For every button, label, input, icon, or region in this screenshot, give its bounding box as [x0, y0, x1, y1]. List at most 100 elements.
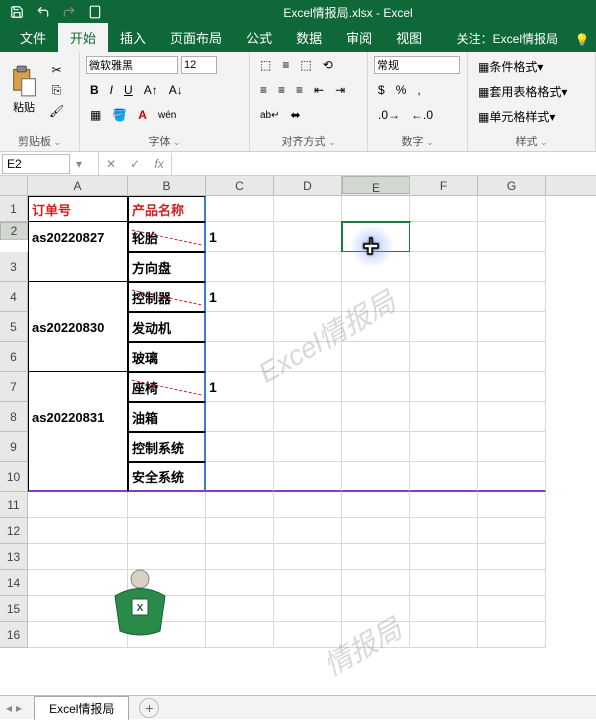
cell[interactable]	[206, 492, 274, 518]
cell[interactable]	[410, 372, 478, 402]
count-cell[interactable]	[206, 342, 274, 372]
count-cell[interactable]: 1	[206, 372, 274, 402]
cell[interactable]	[342, 544, 410, 570]
cell[interactable]	[478, 492, 546, 518]
col-header-B[interactable]: B	[128, 176, 206, 195]
select-all-corner[interactable]	[0, 176, 28, 195]
cell[interactable]	[274, 518, 342, 544]
cell[interactable]	[410, 312, 478, 342]
cell[interactable]	[342, 622, 410, 648]
count-cell[interactable]	[206, 462, 274, 492]
cell[interactable]	[478, 544, 546, 570]
row-header[interactable]: 16	[0, 622, 28, 648]
wrap-text-icon[interactable]: ab↵	[256, 108, 284, 123]
order-cell[interactable]	[28, 372, 128, 402]
order-cell[interactable]: as20220827	[28, 222, 128, 252]
comma-icon[interactable]: ,	[413, 81, 424, 99]
col-header-E[interactable]: E	[342, 176, 410, 194]
row-header[interactable]: 3	[0, 252, 28, 282]
cell[interactable]	[274, 196, 342, 222]
header-cell[interactable]: 订单号	[28, 196, 128, 222]
product-cell[interactable]: 方向盘	[128, 252, 206, 282]
cell[interactable]	[206, 196, 274, 222]
order-cell[interactable]	[28, 342, 128, 372]
cell[interactable]	[342, 518, 410, 544]
count-cell[interactable]: 1	[206, 282, 274, 312]
format-painter-icon[interactable]: 🖌	[45, 102, 68, 120]
count-cell[interactable]	[206, 432, 274, 462]
cell[interactable]	[274, 342, 342, 372]
product-cell[interactable]: 控制器	[128, 282, 206, 312]
paste-button[interactable]: 粘贴	[6, 63, 42, 117]
tab-view[interactable]: 视图	[384, 23, 434, 52]
count-cell[interactable]	[206, 402, 274, 432]
col-header-C[interactable]: C	[206, 176, 274, 195]
cell[interactable]	[342, 252, 410, 282]
col-header-G[interactable]: G	[478, 176, 546, 195]
cell[interactable]	[274, 282, 342, 312]
row-header[interactable]: 13	[0, 544, 28, 570]
order-cell[interactable]	[28, 282, 128, 312]
row-header[interactable]: 9	[0, 432, 28, 462]
cell-styles-button[interactable]: ▦ 单元格样式 ▾	[474, 106, 559, 127]
product-cell[interactable]: 座椅	[128, 372, 206, 402]
product-cell[interactable]: 安全系统	[128, 462, 206, 492]
save-icon[interactable]	[6, 2, 28, 22]
sheet-nav-prev-icon[interactable]: ◂	[6, 701, 12, 715]
indent-increase-icon[interactable]: ⇥	[331, 81, 349, 99]
font-color-icon[interactable]: A	[134, 106, 151, 124]
row-header[interactable]: 8	[0, 402, 28, 432]
indent-decrease-icon[interactable]: ⇤	[310, 81, 328, 99]
align-middle-icon[interactable]: ≡	[278, 56, 293, 74]
cell[interactable]	[478, 196, 546, 222]
tell-me-icon[interactable]: 💡	[568, 28, 596, 52]
tab-home[interactable]: 开始	[58, 23, 108, 52]
cell[interactable]	[274, 462, 342, 492]
currency-icon[interactable]: $	[374, 81, 389, 99]
format-as-table-button[interactable]: ▦ 套用表格格式 ▾	[474, 81, 571, 102]
touch-mode-icon[interactable]	[84, 2, 106, 22]
cell[interactable]	[410, 196, 478, 222]
row-header[interactable]: 6	[0, 342, 28, 372]
cell[interactable]	[478, 342, 546, 372]
orientation-icon[interactable]: ⟲	[319, 56, 337, 74]
merge-center-icon[interactable]: ⬌	[287, 106, 305, 124]
cell[interactable]	[274, 622, 342, 648]
name-box[interactable]	[2, 154, 70, 174]
product-cell[interactable]: 发动机	[128, 312, 206, 342]
count-cell[interactable]: 1	[206, 222, 274, 252]
font-size-select[interactable]	[181, 56, 217, 74]
row-header[interactable]: 7	[0, 372, 28, 402]
increase-font-icon[interactable]: A↑	[140, 81, 162, 99]
undo-icon[interactable]	[32, 2, 54, 22]
order-cell[interactable]: as20220830	[28, 312, 128, 342]
percent-icon[interactable]: %	[392, 81, 411, 99]
fill-color-icon[interactable]: 🪣	[108, 106, 131, 124]
spreadsheet-grid[interactable]: A B C D E F G 1订单号产品名称2as20220827轮胎13方向盘…	[0, 176, 596, 648]
tab-page-layout[interactable]: 页面布局	[158, 23, 234, 52]
cell[interactable]	[478, 372, 546, 402]
tab-custom[interactable]: 关注：Excel情报局	[447, 25, 568, 52]
enter-formula-icon[interactable]: ✓	[123, 153, 147, 175]
col-header-F[interactable]: F	[410, 176, 478, 195]
row-header[interactable]: 12	[0, 518, 28, 544]
align-center-icon[interactable]: ≡	[274, 81, 289, 99]
header-cell[interactable]: 产品名称	[128, 196, 206, 222]
cell[interactable]	[478, 596, 546, 622]
product-cell[interactable]: 轮胎	[128, 222, 206, 252]
col-header-D[interactable]: D	[274, 176, 342, 195]
cell[interactable]	[342, 222, 410, 252]
cell[interactable]	[274, 432, 342, 462]
cell[interactable]	[128, 492, 206, 518]
row-header[interactable]: 1	[0, 196, 28, 222]
tab-formulas[interactable]: 公式	[234, 23, 284, 52]
cell[interactable]	[410, 432, 478, 462]
cell[interactable]	[342, 312, 410, 342]
font-name-select[interactable]	[86, 56, 178, 74]
cell[interactable]	[478, 518, 546, 544]
row-header[interactable]: 2	[0, 222, 28, 240]
cell[interactable]	[478, 222, 546, 252]
align-right-icon[interactable]: ≡	[292, 81, 307, 99]
cell[interactable]	[274, 492, 342, 518]
cell[interactable]	[342, 596, 410, 622]
